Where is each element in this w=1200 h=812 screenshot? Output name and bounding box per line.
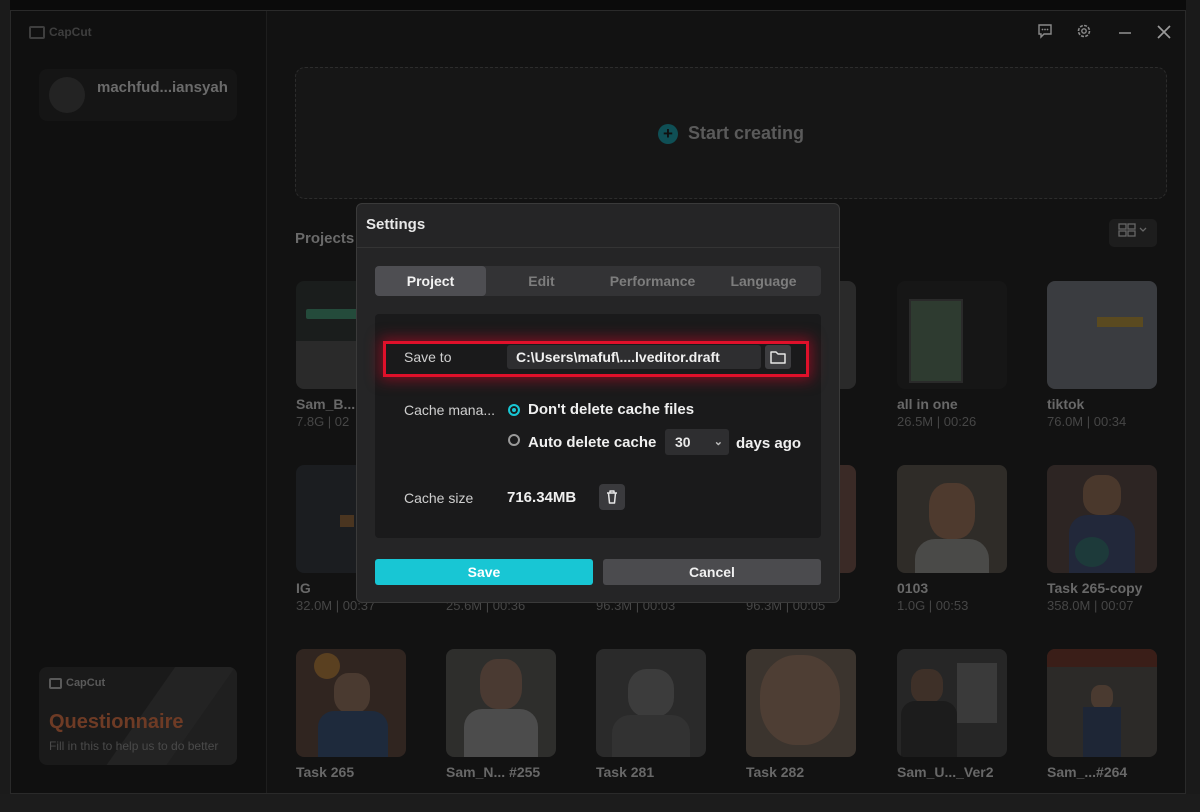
project-thumbnail <box>1047 281 1157 389</box>
project-thumbnail <box>897 649 1007 757</box>
project-settings-panel: Save to C:\Users\mafuf\....lveditor.draf… <box>375 314 821 538</box>
project-name: Task 265-copy <box>1047 580 1143 596</box>
tab-performance[interactable]: Performance <box>597 266 708 296</box>
app-logo: CapCut <box>29 25 92 40</box>
project-thumbnail <box>1047 649 1157 757</box>
save-to-label: Save to <box>404 349 452 365</box>
project-thumbnail <box>596 649 706 757</box>
save-to-path-field[interactable]: C:\Users\mafuf\....lveditor.draft <box>507 345 761 369</box>
feedback-icon[interactable] <box>1033 23 1057 47</box>
grid-view-toggle[interactable] <box>1109 219 1157 247</box>
settings-gear-icon[interactable] <box>1072 23 1096 47</box>
settings-dialog: Settings Project Edit Performance Langua… <box>356 203 840 603</box>
project-thumbnail <box>296 649 406 757</box>
cache-days-value: 30 <box>675 434 691 450</box>
project-name: Sam_U..._Ver2 <box>897 764 994 780</box>
plus-icon: + <box>658 124 678 144</box>
project-name: Task 282 <box>746 764 805 780</box>
cache-option-keep-radio[interactable] <box>508 404 520 416</box>
questionnaire-logo: CapCut <box>49 677 105 689</box>
settings-dialog-title: Settings <box>366 216 426 233</box>
app-logo-text: CapCut <box>49 25 92 39</box>
start-creating-label: Start creating <box>688 123 805 143</box>
minimize-icon[interactable] <box>1113 23 1137 47</box>
project-meta: 76.0M | 00:34 <box>1047 414 1127 429</box>
user-profile-card[interactable]: machfud...iansyah <box>39 69 237 121</box>
tab-language[interactable]: Language <box>708 266 819 296</box>
cache-management-label: Cache mana... <box>404 402 496 418</box>
avatar <box>49 77 85 113</box>
questionnaire-title: Questionnaire <box>49 711 184 733</box>
close-icon[interactable] <box>1152 23 1176 47</box>
desktop-background-right <box>1186 0 1200 812</box>
project-meta: 1.0G | 00:53 <box>897 598 969 613</box>
capcut-logo-icon <box>49 677 62 689</box>
cancel-button[interactable]: Cancel <box>603 559 821 585</box>
project-thumbnail <box>1047 465 1157 573</box>
cache-option-auto-radio[interactable] <box>508 434 520 446</box>
tab-project[interactable]: Project <box>375 266 486 296</box>
cache-size-value: 716.34MB <box>507 489 577 506</box>
settings-dialog-header: Settings <box>357 204 839 248</box>
settings-tabs: Project Edit Performance Language <box>375 266 821 296</box>
project-name: Task 281 <box>596 764 655 780</box>
tab-edit[interactable]: Edit <box>486 266 597 296</box>
capcut-logo-icon <box>29 26 45 40</box>
project-name: tiktok <box>1047 396 1085 412</box>
project-thumbnail <box>897 281 1007 389</box>
desktop-background-left <box>0 0 10 812</box>
start-creating-area[interactable]: + Start creating <box>295 67 1167 199</box>
project-name: Sam_N... #255 <box>446 764 541 780</box>
cache-days-suffix: days ago <box>736 435 802 452</box>
chevron-down-icon: ⌄ <box>713 436 723 448</box>
cache-days-select[interactable]: 30 ⌄ <box>665 429 729 455</box>
taskbar-strip <box>0 794 1200 812</box>
folder-icon[interactable] <box>765 345 791 369</box>
questionnaire-card[interactable]: CapCut Questionnaire Fill in this to hel… <box>39 667 237 765</box>
project-meta: 358.0M | 00:07 <box>1047 598 1134 613</box>
projects-title: Projects <box>295 230 355 247</box>
project-name: Task 265 <box>296 764 355 780</box>
sidebar: CapCut machfud...iansyah CapCut Question… <box>11 11 267 793</box>
cache-option-keep-label[interactable]: Don't delete cache files <box>528 401 694 418</box>
project-name: 0103 <box>897 580 929 596</box>
save-button[interactable]: Save <box>375 559 593 585</box>
project-name: Sam_...#264 <box>1047 764 1128 780</box>
capcut-window: CapCut machfud...iansyah CapCut Question… <box>10 10 1186 794</box>
project-thumbnail <box>897 465 1007 573</box>
trash-icon[interactable] <box>599 484 625 510</box>
project-meta: 26.5M | 00:26 <box>897 414 977 429</box>
project-thumbnail <box>446 649 556 757</box>
questionnaire-logo-text: CapCut <box>66 677 106 689</box>
project-thumbnail <box>746 649 856 757</box>
project-name: all in one <box>897 396 958 412</box>
cache-option-auto-label[interactable]: Auto delete cache <box>528 434 656 451</box>
questionnaire-subtitle: Fill in this to help us to do better <box>49 739 219 753</box>
user-name: machfud...iansyah <box>97 79 228 96</box>
cache-size-label: Cache size <box>404 490 474 506</box>
